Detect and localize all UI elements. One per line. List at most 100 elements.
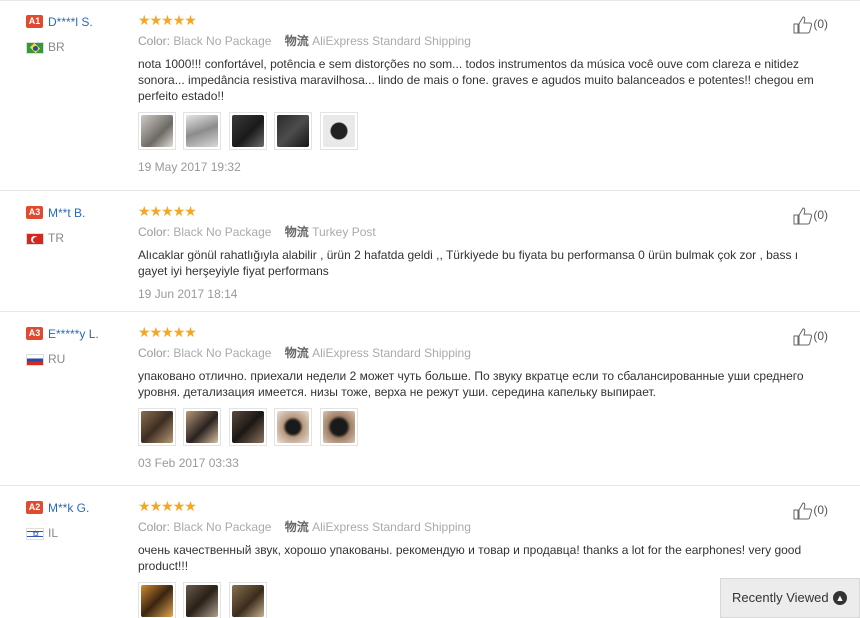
turkey-flag-icon — [26, 232, 44, 245]
thumbs-up-icon — [793, 328, 813, 346]
star-icon: ★ — [172, 203, 186, 219]
israel-flag-icon — [26, 527, 44, 540]
color-value: Black No Package — [173, 346, 272, 360]
reviewer-name[interactable]: E*****y L. — [48, 327, 99, 341]
order-info: Color: Black No Package 物流 AliExpress St… — [138, 34, 788, 48]
review-photos — [138, 582, 788, 618]
reviewer-country: TR — [26, 231, 136, 245]
buyer-level-badge: A3 — [26, 206, 43, 220]
color-label: Color: — [138, 520, 171, 534]
review-body: ★★★★★ Color: Black No Package 物流 Turkey … — [138, 204, 798, 301]
reviewer-info: A1 D****l S. BR — [26, 13, 136, 54]
review-photo-thumbnail[interactable] — [183, 112, 222, 150]
star-icon: ★ — [161, 498, 174, 514]
helpful-count: (0) — [813, 17, 828, 31]
review-date: 19 May 2017 19:32 — [138, 160, 241, 174]
review-item: A1 D****l S. BR ★★★★★ Color: Black No Pac… — [0, 1, 860, 191]
review-photo-thumbnail[interactable] — [274, 112, 313, 150]
star-icon: ★ — [138, 498, 151, 514]
helpful-button[interactable]: (0) — [793, 206, 828, 225]
star-icon: ★ — [172, 324, 186, 340]
helpful-button[interactable]: (0) — [793, 501, 828, 520]
review-photo-thumbnail[interactable] — [138, 112, 176, 150]
star-icon: ★ — [138, 12, 151, 28]
review-date: 03 Feb 2017 03:33 — [138, 456, 239, 470]
color-value: Black No Package — [173, 34, 272, 48]
star-icon: ★ — [161, 12, 174, 28]
review-photo-thumbnail[interactable] — [319, 408, 358, 446]
color-label: Color: — [138, 225, 171, 239]
shipping-icon: 物流 — [284, 520, 309, 534]
reviewer-name[interactable]: M**k G. — [48, 501, 89, 515]
review-photo-thumbnail[interactable] — [183, 582, 222, 618]
reviewer-name[interactable]: D****l S. — [48, 15, 93, 29]
star-rating: ★★★★★ — [138, 204, 788, 218]
review-photos — [138, 408, 788, 448]
brazil-flag-icon — [26, 41, 44, 54]
review-photo-thumbnail[interactable] — [183, 408, 222, 446]
recently-viewed-label: Recently Viewed — [732, 590, 829, 605]
shipping-icon: 物流 — [284, 34, 309, 48]
order-info: Color: Black No Package 物流 Turkey Post — [138, 225, 788, 239]
reviewer-country: BR — [26, 40, 136, 54]
reviewer-info: A3 E*****y L. RU — [26, 325, 136, 366]
order-info: Color: Black No Package 物流 AliExpress St… — [138, 346, 788, 360]
review-text: Alıcaklar gönül rahatlığıyla alabilir , … — [138, 248, 799, 278]
star-icon: ★ — [184, 203, 197, 219]
review-body: ★★★★★ Color: Black No Package 物流 AliExpr… — [138, 499, 801, 618]
shipping-icon: 物流 — [284, 346, 309, 360]
star-icon: ★ — [161, 203, 174, 219]
review-text: nota 1000!!! confortável, potência e sem… — [138, 57, 814, 103]
review-photos — [138, 112, 788, 152]
helpful-count: (0) — [813, 329, 828, 343]
star-icon: ★ — [138, 324, 151, 340]
star-rating: ★★★★★ — [138, 325, 788, 339]
thumbs-up-icon — [793, 207, 813, 225]
review-item: A3 M**t B. TR ★★★★★ Color: Black No Packa… — [0, 192, 860, 312]
review-photo-thumbnail[interactable] — [274, 408, 313, 446]
shipping-method: AliExpress Standard Shipping — [312, 34, 471, 48]
review-photo-thumbnail[interactable] — [228, 582, 267, 618]
star-icon: ★ — [149, 12, 163, 28]
review-photo-thumbnail[interactable] — [228, 408, 267, 446]
review-photo-thumbnail[interactable] — [138, 582, 176, 618]
shipping-method: AliExpress Standard Shipping — [312, 520, 471, 534]
helpful-count: (0) — [813, 503, 828, 517]
buyer-level-badge: A2 — [26, 501, 43, 515]
buyer-level-badge: A3 — [26, 327, 43, 341]
country-code: RU — [48, 352, 66, 366]
star-rating: ★★★★★ — [138, 499, 788, 513]
russia-flag-icon — [26, 353, 44, 366]
star-icon: ★ — [172, 12, 186, 28]
order-info: Color: Black No Package 物流 AliExpress St… — [138, 520, 788, 534]
review-date: 19 Jun 2017 18:14 — [138, 287, 238, 301]
reviewer-name[interactable]: M**t B. — [48, 206, 85, 220]
star-icon: ★ — [184, 12, 197, 28]
recently-viewed-button[interactable]: Recently Viewed ▲ — [720, 578, 860, 618]
review-photo-thumbnail[interactable] — [228, 112, 267, 150]
review-photo-thumbnail[interactable] — [319, 112, 358, 150]
review-text: очень качественный звук, хорошо упакован… — [138, 543, 802, 573]
review-item: A3 E*****y L. RU ★★★★★ Color: Black No Pa… — [0, 313, 860, 486]
star-icon: ★ — [149, 203, 163, 219]
review-text: упаковано отлично. приехали недели 2 мож… — [138, 369, 804, 399]
helpful-button[interactable]: (0) — [793, 15, 828, 34]
star-icon: ★ — [184, 498, 197, 514]
review-body: ★★★★★ Color: Black No Package 物流 AliExpr… — [138, 325, 804, 470]
shipping-icon: 物流 — [284, 225, 309, 239]
country-code: BR — [48, 40, 65, 54]
helpful-button[interactable]: (0) — [793, 327, 828, 346]
country-code: IL — [48, 526, 59, 540]
star-icon: ★ — [149, 324, 163, 340]
color-label: Color: — [138, 34, 171, 48]
buyer-level-badge: A1 — [26, 15, 43, 29]
star-icon: ★ — [172, 498, 186, 514]
reviewer-info: A3 M**t B. TR — [26, 204, 136, 245]
shipping-method: AliExpress Standard Shipping — [312, 346, 471, 360]
review-photo-thumbnail[interactable] — [138, 408, 176, 446]
reviewer-info: A2 M**k G. IL — [26, 499, 136, 540]
star-icon: ★ — [184, 324, 197, 340]
star-rating: ★★★★★ — [138, 13, 788, 27]
thumbs-up-icon — [793, 502, 813, 520]
star-icon: ★ — [161, 324, 174, 340]
